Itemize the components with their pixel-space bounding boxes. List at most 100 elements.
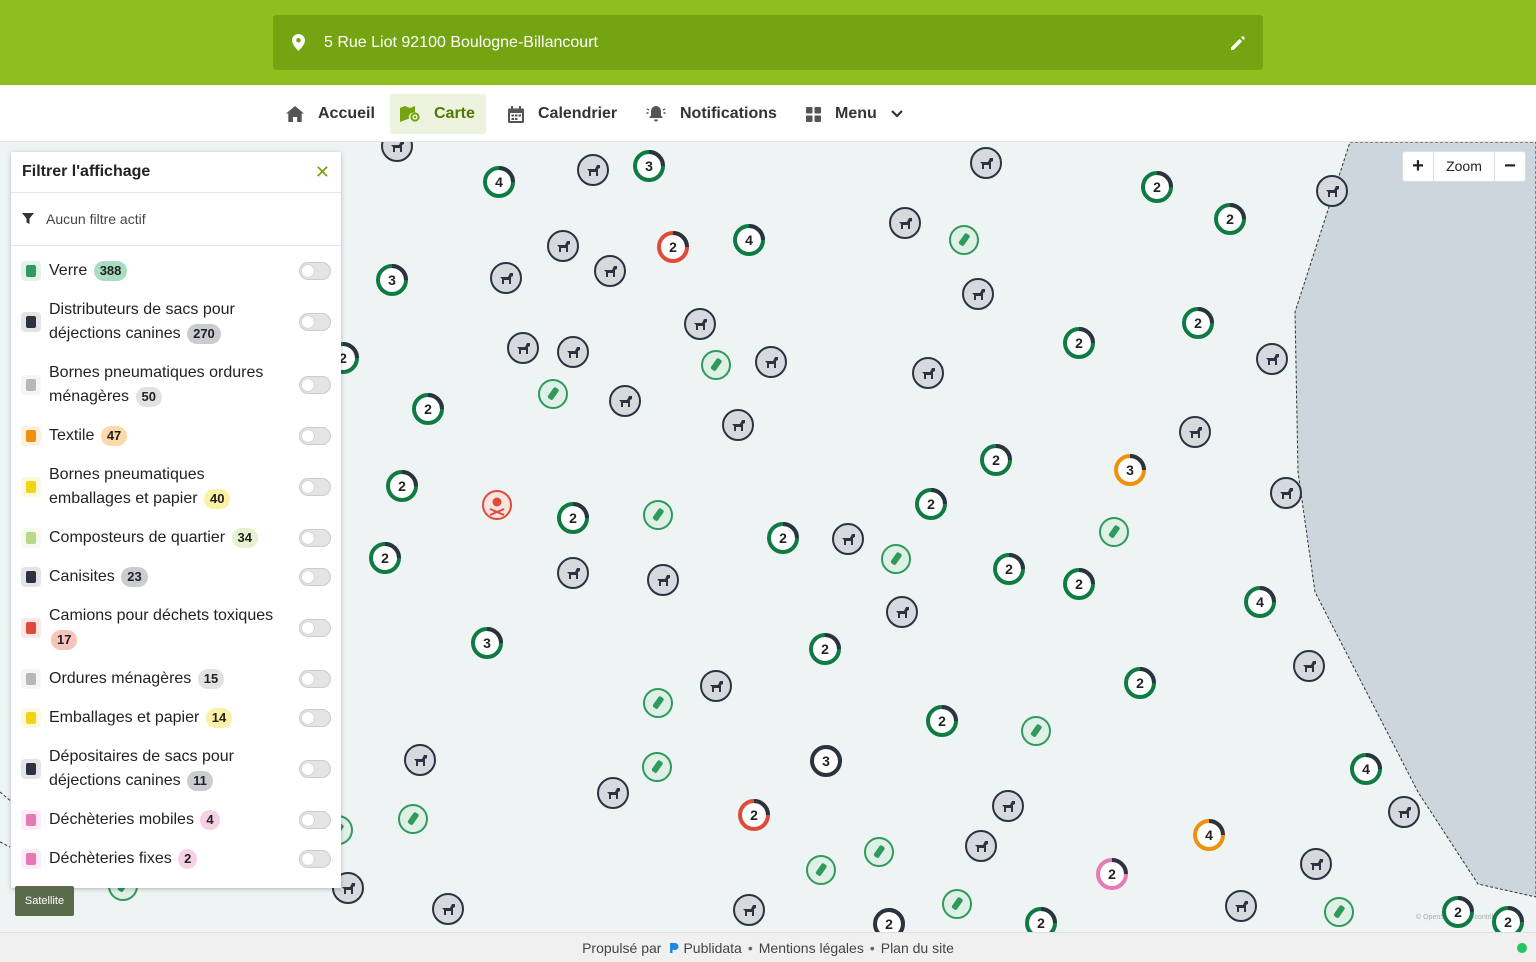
dog-bag-marker[interactable] bbox=[889, 207, 921, 239]
nav-notifications[interactable]: Notifications bbox=[636, 94, 787, 134]
filter-toggle[interactable] bbox=[299, 313, 331, 331]
filter-item-textile[interactable]: Textile 47 bbox=[11, 424, 341, 448]
address-bar[interactable]: 5 Rue Liot 92100 Boulogne-Billancourt bbox=[273, 15, 1263, 70]
filter-toggle[interactable] bbox=[299, 427, 331, 445]
dog-bag-marker[interactable] bbox=[597, 777, 629, 809]
cluster-marker[interactable]: 2 bbox=[1182, 307, 1214, 339]
filter-item-composteurs[interactable]: Composteurs de quartier 34 bbox=[11, 526, 341, 550]
glass-marker[interactable] bbox=[942, 889, 972, 919]
cluster-marker[interactable]: 2 bbox=[1214, 203, 1246, 235]
dog-bag-marker[interactable] bbox=[557, 557, 589, 589]
cluster-marker[interactable]: 2 bbox=[557, 502, 589, 534]
cluster-marker[interactable]: 2 bbox=[1063, 568, 1095, 600]
cluster-marker[interactable]: 2 bbox=[915, 488, 947, 520]
filter-toggle[interactable] bbox=[299, 262, 331, 280]
dog-bag-marker[interactable] bbox=[647, 564, 679, 596]
filter-item-canisites[interactable]: Canisites 23 bbox=[11, 565, 341, 589]
cluster-marker[interactable]: 2 bbox=[1141, 171, 1173, 203]
nav-menu[interactable]: Menu bbox=[796, 94, 913, 134]
dog-bag-marker[interactable] bbox=[1225, 890, 1257, 922]
cluster-marker[interactable]: 2 bbox=[1124, 667, 1156, 699]
filter-toggle[interactable] bbox=[299, 850, 331, 868]
cluster-marker[interactable]: 3 bbox=[633, 150, 665, 182]
filter-toggle[interactable] bbox=[299, 619, 331, 637]
dog-bag-marker[interactable] bbox=[733, 894, 765, 926]
cluster-marker[interactable]: 2 bbox=[1025, 907, 1057, 932]
dog-bag-marker[interactable] bbox=[1256, 343, 1288, 375]
cluster-marker[interactable]: 4 bbox=[483, 166, 515, 198]
cluster-marker[interactable]: 2 bbox=[412, 393, 444, 425]
glass-marker[interactable] bbox=[643, 688, 673, 718]
glass-marker[interactable] bbox=[864, 837, 894, 867]
dog-bag-marker[interactable] bbox=[1293, 650, 1325, 682]
glass-marker[interactable] bbox=[881, 544, 911, 574]
cluster-marker[interactable]: 2 bbox=[926, 705, 958, 737]
dog-bag-marker[interactable] bbox=[912, 357, 944, 389]
toxic-truck-marker[interactable] bbox=[482, 490, 512, 520]
dog-bag-marker[interactable] bbox=[1388, 796, 1420, 828]
dog-bag-marker[interactable] bbox=[507, 332, 539, 364]
cluster-marker[interactable]: 2 bbox=[386, 470, 418, 502]
dog-bag-marker[interactable] bbox=[490, 262, 522, 294]
dog-bag-marker[interactable] bbox=[404, 744, 436, 776]
filter-item-ordures-menageres[interactable]: Ordures ménagères 15 bbox=[11, 667, 341, 691]
glass-marker[interactable] bbox=[1021, 716, 1051, 746]
cluster-marker[interactable]: 2 bbox=[657, 231, 689, 263]
dog-bag-marker[interactable] bbox=[700, 670, 732, 702]
cluster-marker[interactable]: 2 bbox=[809, 633, 841, 665]
cluster-marker[interactable]: 2 bbox=[980, 444, 1012, 476]
cluster-marker[interactable]: 2 bbox=[1063, 327, 1095, 359]
dog-bag-marker[interactable] bbox=[381, 142, 413, 162]
cluster-marker[interactable]: 3 bbox=[471, 627, 503, 659]
glass-marker[interactable] bbox=[1324, 897, 1354, 927]
glass-marker[interactable] bbox=[806, 855, 836, 885]
dog-bag-marker[interactable] bbox=[755, 346, 787, 378]
filter-item-emballages-papier[interactable]: Emballages et papier 14 bbox=[11, 706, 341, 730]
glass-marker[interactable] bbox=[538, 379, 568, 409]
cluster-marker[interactable]: 2 bbox=[1492, 906, 1524, 932]
dog-bag-marker[interactable] bbox=[1316, 175, 1348, 207]
cluster-marker[interactable]: 2 bbox=[369, 542, 401, 574]
dog-bag-marker[interactable] bbox=[1179, 416, 1211, 448]
dog-bag-marker[interactable] bbox=[557, 336, 589, 368]
cluster-marker[interactable]: 2 bbox=[1442, 896, 1474, 928]
dog-bag-marker[interactable] bbox=[886, 596, 918, 628]
cluster-marker[interactable]: 3 bbox=[376, 264, 408, 296]
cluster-marker[interactable]: 4 bbox=[1244, 586, 1276, 618]
glass-marker[interactable] bbox=[1099, 517, 1129, 547]
glass-marker[interactable] bbox=[949, 225, 979, 255]
glass-marker[interactable] bbox=[643, 500, 673, 530]
close-icon[interactable]: ✕ bbox=[315, 162, 330, 183]
glass-marker[interactable] bbox=[642, 752, 672, 782]
dog-bag-marker[interactable] bbox=[432, 893, 464, 925]
dog-bag-marker[interactable] bbox=[1270, 477, 1302, 509]
cluster-marker[interactable]: 3 bbox=[1114, 454, 1146, 486]
dog-bag-marker[interactable] bbox=[594, 255, 626, 287]
dog-bag-marker[interactable] bbox=[962, 278, 994, 310]
filter-item-distributeurs-sacs[interactable]: Distributeurs de sacs pour déjections ca… bbox=[11, 298, 341, 346]
legal-link[interactable]: Mentions légales bbox=[759, 940, 864, 956]
filter-item-camions-toxiques[interactable]: Camions pour déchets toxiques 17 bbox=[11, 604, 341, 652]
dog-bag-marker[interactable] bbox=[722, 409, 754, 441]
cluster-marker[interactable]: 2 bbox=[1096, 858, 1128, 890]
glass-marker[interactable] bbox=[398, 804, 428, 834]
dog-bag-marker[interactable] bbox=[970, 147, 1002, 179]
dog-bag-marker[interactable] bbox=[609, 385, 641, 417]
nav-carte[interactable]: Carte bbox=[390, 94, 486, 134]
glass-marker[interactable] bbox=[701, 350, 731, 380]
cluster-marker[interactable]: 4 bbox=[1350, 753, 1382, 785]
sitemap-link[interactable]: Plan du site bbox=[881, 940, 954, 956]
nav-accueil[interactable]: Accueil bbox=[276, 94, 385, 134]
filter-item-decheteries-fixes[interactable]: Déchèteries fixes 2 bbox=[11, 847, 341, 871]
cluster-marker[interactable]: 4 bbox=[733, 224, 765, 256]
zoom-in-button[interactable]: + bbox=[1403, 152, 1433, 181]
filter-toggle[interactable] bbox=[299, 529, 331, 547]
zoom-out-button[interactable]: − bbox=[1495, 152, 1525, 181]
filter-toggle[interactable] bbox=[299, 709, 331, 727]
cluster-marker[interactable]: 4 bbox=[1193, 819, 1225, 851]
filter-item-verre[interactable]: Verre 388 bbox=[11, 259, 341, 283]
cluster-marker[interactable]: 2 bbox=[767, 522, 799, 554]
filter-item-bornes-emballages[interactable]: Bornes pneumatiques emballages et papier… bbox=[11, 463, 341, 511]
filter-toggle[interactable] bbox=[299, 760, 331, 778]
cluster-marker[interactable]: 2 bbox=[738, 799, 770, 831]
